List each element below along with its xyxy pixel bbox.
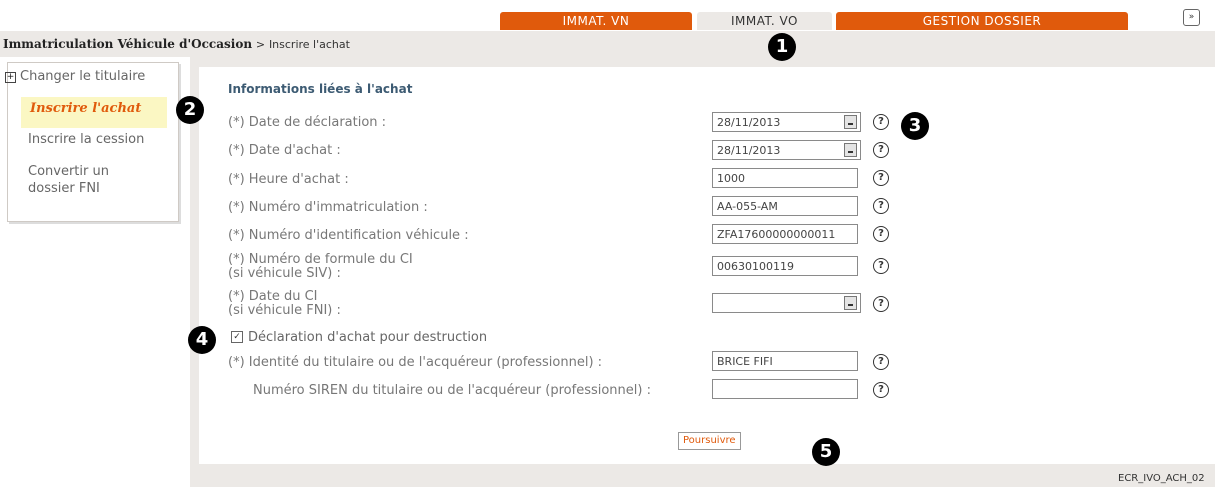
field-value: ZFA17600000000011 (717, 228, 836, 241)
label-line: (*) Numéro de formule du CI (228, 252, 413, 267)
expand-plus-icon[interactable]: + (5, 72, 16, 83)
breadcrumb: Immatriculation Véhicule d'Occasion > In… (3, 37, 350, 51)
callout-marker: 5 (812, 438, 840, 466)
label-numero-immatriculation: (*) Numéro d'immatriculation : (228, 200, 428, 215)
label-line: (*) Date du CI (228, 289, 318, 304)
numero-immatriculation-input[interactable]: AA-055-AM (712, 196, 858, 216)
poursuivre-button[interactable]: Poursuivre (678, 432, 741, 450)
breadcrumb-separator: > (255, 38, 266, 51)
tab-gestion-dossier[interactable]: GESTION DOSSIER (836, 12, 1128, 30)
form-title: Informations liées à l'achat (228, 82, 413, 96)
label-numero-formule-ci: (*) Numéro de formule du CI (si véhicule… (228, 253, 413, 281)
sidebar-item-label: Convertir un dossier FNI (28, 164, 109, 196)
help-icon[interactable]: ? (873, 198, 889, 214)
label-numero-identification: (*) Numéro d'identification véhicule : (228, 228, 469, 243)
heure-achat-input[interactable]: 1000 (712, 168, 858, 188)
field-value: BRICE FIFI (717, 355, 773, 368)
identite-titulaire-input[interactable]: BRICE FIFI (712, 351, 858, 371)
tab-immat-vo[interactable]: IMMAT. VO (697, 12, 832, 30)
help-icon[interactable]: ? (873, 258, 889, 274)
sidebar-item-inscrire-achat[interactable]: Inscrire l'achat (21, 97, 167, 128)
screen-id: ECR_IVO_ACH_02 (1118, 473, 1205, 484)
label-subline: (si véhicule SIV) : (228, 266, 341, 281)
label-date-ci: (*) Date du CI (si véhicule FNI) : (228, 290, 341, 318)
calendar-icon[interactable] (844, 143, 857, 157)
sidebar-item-inscrire-cession[interactable]: Inscrire la cession (28, 132, 144, 147)
breadcrumb-root: Immatriculation Véhicule d'Occasion (3, 37, 253, 51)
breadcrumb-current: Inscrire l'achat (268, 38, 350, 51)
label-identite-titulaire: (*) Identité du titulaire ou de l'acquér… (228, 355, 603, 370)
callout-marker: 2 (176, 96, 204, 124)
sidebar-item-changer-titulaire[interactable]: + Changer le titulaire (5, 69, 145, 84)
date-ci-input[interactable] (712, 293, 861, 313)
date-declaration-input[interactable]: 28/11/2013 (712, 112, 861, 132)
numero-siren-input[interactable] (712, 379, 858, 399)
callout-marker: 1 (768, 33, 796, 61)
help-icon[interactable]: ? (873, 382, 889, 398)
calendar-icon[interactable] (844, 296, 857, 310)
label-date-declaration: (*) Date de déclaration : (228, 115, 387, 130)
field-value: 00630100119 (717, 260, 794, 273)
sidebar-item-label: Inscrire la cession (28, 132, 145, 147)
sidebar-item-label: Inscrire l'achat (30, 101, 142, 116)
destruction-checkbox-label: Déclaration d'achat pour destruction (248, 330, 488, 345)
numero-identification-input[interactable]: ZFA17600000000011 (712, 224, 858, 244)
field-value: AA-055-AM (717, 200, 778, 213)
field-value: 1000 (717, 172, 745, 185)
help-icon[interactable]: ? (873, 226, 889, 242)
tab-immat-vn[interactable]: IMMAT. VN (500, 12, 692, 30)
help-icon[interactable]: ? (873, 142, 889, 158)
sidebar-item-label: Changer le titulaire (20, 69, 146, 84)
callout-marker: 3 (901, 112, 929, 140)
label-date-achat: (*) Date d'achat : (228, 143, 341, 158)
destruction-checkbox[interactable]: ✓ (231, 331, 243, 343)
help-icon[interactable]: ? (873, 296, 889, 312)
help-icon[interactable]: ? (873, 114, 889, 130)
field-value: 28/11/2013 (717, 116, 781, 129)
callout-marker: 4 (188, 326, 216, 354)
chevron-double-down-icon[interactable]: » (1183, 9, 1200, 26)
breadcrumb-bar: Immatriculation Véhicule d'Occasion > In… (0, 31, 1215, 57)
label-numero-siren: Numéro SIREN du titulaire ou de l'acquér… (253, 383, 651, 398)
label-subline: (si véhicule FNI) : (228, 303, 341, 318)
numero-formule-ci-input[interactable]: 00630100119 (712, 256, 858, 276)
date-achat-input[interactable]: 28/11/2013 (712, 140, 861, 160)
field-value: 28/11/2013 (717, 144, 781, 157)
help-icon[interactable]: ? (873, 170, 889, 186)
sidebar-item-convertir-fni[interactable]: Convertir un dossier FNI (28, 163, 148, 197)
calendar-icon[interactable] (844, 115, 857, 129)
label-heure-achat: (*) Heure d'achat : (228, 172, 349, 187)
help-icon[interactable]: ? (873, 354, 889, 370)
